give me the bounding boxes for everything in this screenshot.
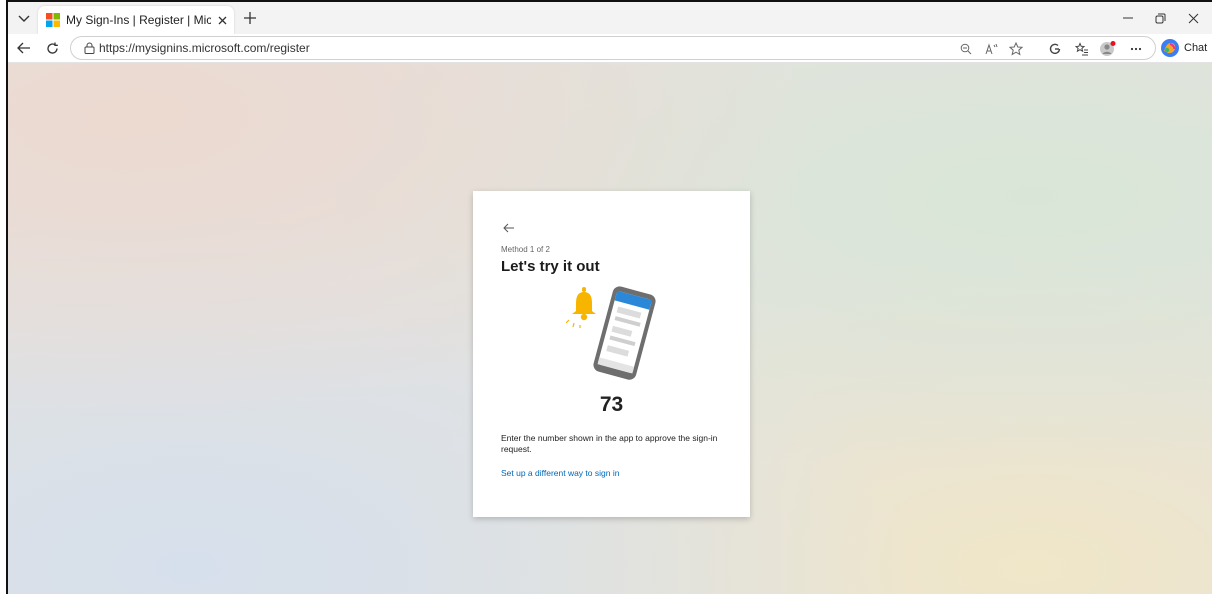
- plus-icon: [244, 12, 256, 24]
- page-background: Method 1 of 2 Let's try it out 73 Enter …: [8, 63, 1212, 594]
- minimize-icon: [1123, 17, 1133, 19]
- close-icon: [218, 16, 226, 24]
- refresh-icon: [46, 42, 58, 54]
- profile-button[interactable]: [1099, 40, 1117, 58]
- tab-bar: My Sign-Ins | Register | Microsoft: [8, 2, 1212, 34]
- more-icon: [1130, 47, 1142, 51]
- chat-label: Chat: [1184, 42, 1208, 54]
- copilot-icon: [1161, 39, 1179, 57]
- zoom-icon: [960, 43, 972, 55]
- more-button[interactable]: [1127, 40, 1145, 58]
- active-tab[interactable]: My Sign-Ins | Register | Microsoft: [38, 6, 234, 34]
- instruction-text: Enter the number shown in the app to app…: [501, 433, 718, 454]
- read-aloud-icon: [985, 43, 998, 55]
- tab-close-button[interactable]: [214, 12, 230, 28]
- bell-icon: [566, 287, 596, 328]
- address-bar: https://mysignins.microsoft.com/register: [8, 34, 1212, 63]
- url-text: https://mysignins.microsoft.com/register: [99, 41, 310, 55]
- chevron-down-icon: [18, 15, 30, 22]
- minimize-button[interactable]: [1117, 8, 1139, 28]
- back-arrow-icon[interactable]: [501, 221, 517, 235]
- restore-button[interactable]: [1149, 8, 1171, 28]
- close-window-button[interactable]: [1182, 8, 1204, 28]
- url-field[interactable]: https://mysignins.microsoft.com/register: [70, 36, 1156, 60]
- star-icon: [1009, 42, 1023, 56]
- copilot-extension-button[interactable]: [1046, 40, 1064, 58]
- phone-notification-illustration: [566, 286, 656, 380]
- method-step-label: Method 1 of 2: [501, 245, 550, 254]
- phone-icon: [593, 286, 656, 380]
- lock-icon: [84, 42, 94, 54]
- registration-card: Method 1 of 2 Let's try it out 73 Enter …: [473, 191, 750, 517]
- favorites-icon: [1075, 42, 1088, 56]
- tab-list-button[interactable]: [13, 9, 35, 29]
- restore-icon: [1155, 13, 1165, 23]
- tab-title: My Sign-Ins | Register | Microsoft: [66, 13, 211, 27]
- approval-number: 73: [599, 393, 624, 416]
- refresh-circle-icon: [1049, 43, 1061, 55]
- back-button[interactable]: [14, 38, 34, 58]
- profile-icon: [1100, 41, 1116, 56]
- microsoft-logo-icon: [46, 13, 60, 27]
- read-aloud-button[interactable]: [983, 40, 1001, 58]
- new-tab-button[interactable]: [240, 8, 260, 28]
- site-info-button[interactable]: [81, 40, 97, 56]
- favorites-button[interactable]: [1073, 40, 1091, 58]
- refresh-button[interactable]: [42, 38, 62, 58]
- favorite-button[interactable]: [1007, 40, 1025, 58]
- close-icon: [1188, 13, 1198, 23]
- copilot-chat-button[interactable]: Chat: [1160, 37, 1212, 59]
- page-title: Let's try it out: [501, 258, 600, 275]
- zoom-button[interactable]: [957, 40, 975, 58]
- back-icon: [17, 42, 30, 54]
- different-sign-in-link[interactable]: Set up a different way to sign in: [501, 468, 619, 478]
